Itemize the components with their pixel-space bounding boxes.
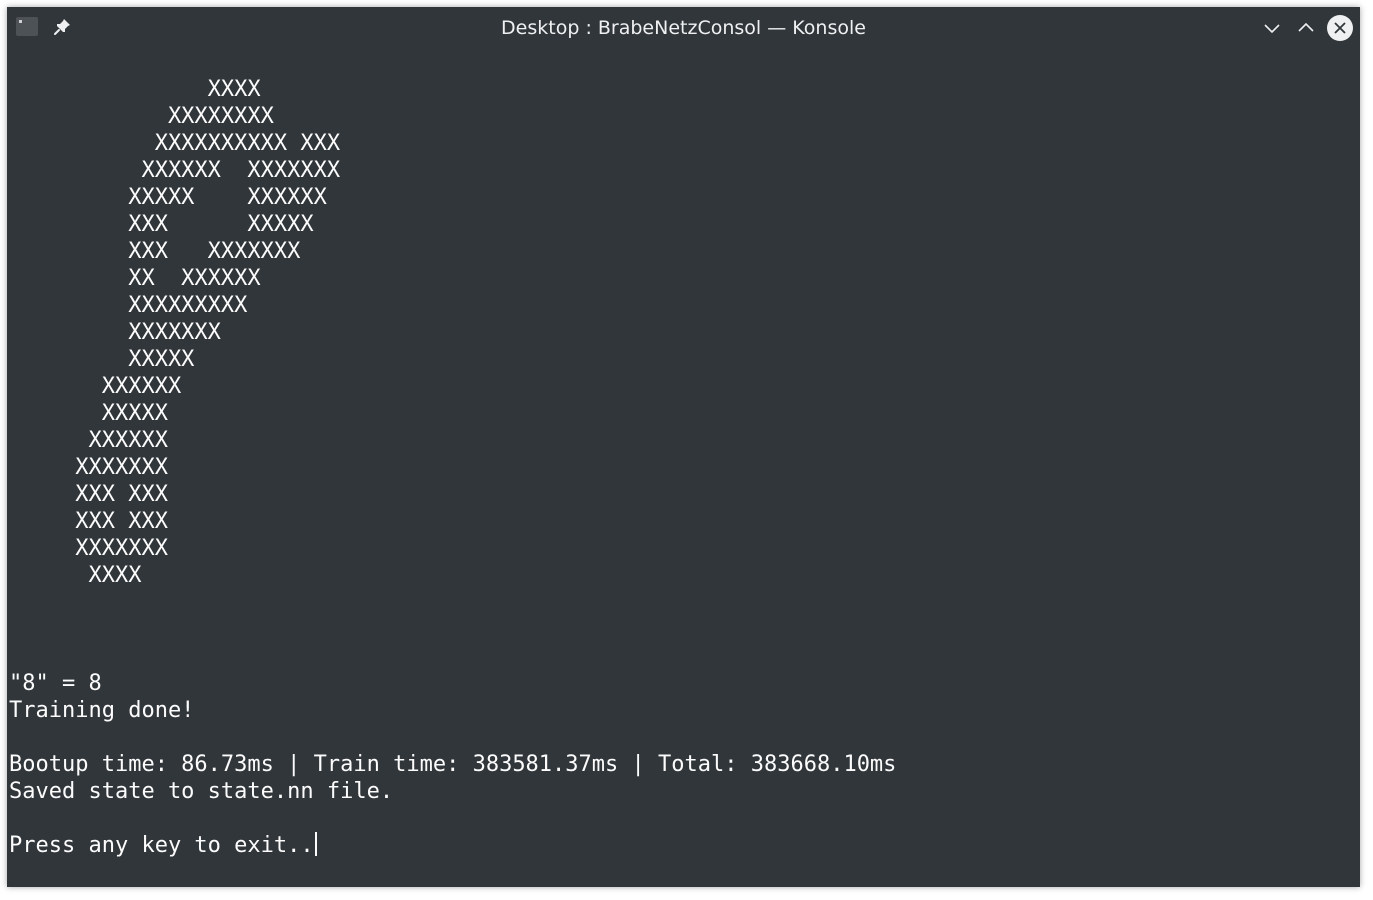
terminal-line-text: XXX XXX	[9, 509, 168, 534]
terminal-line: Press any key to exit..	[9, 832, 1360, 859]
terminal-line: XX XXXXXX	[9, 265, 1360, 292]
terminal-line-text: XXXXX XXXXXX	[9, 185, 327, 210]
terminal-line-text: "8" = 8	[9, 671, 102, 696]
terminal-line: XXXXXXXXX	[9, 292, 1360, 319]
terminal-line-text: XXXXXXXXXX XXX	[9, 131, 341, 156]
chevron-down-icon	[1264, 24, 1280, 34]
terminal-line-text: XXX XXXXXXX	[9, 239, 301, 264]
terminal-line-text: XXXXXX	[9, 428, 168, 453]
title-bar[interactable]: Desktop : BrabeNetzConsol — Konsole	[7, 7, 1360, 49]
terminal-line-text: Training done!	[9, 698, 195, 723]
maximize-button[interactable]	[1293, 15, 1319, 41]
chevron-up-icon	[1298, 22, 1314, 32]
terminal-line: XXXXXX	[9, 427, 1360, 454]
terminal-line: "8" = 8	[9, 670, 1360, 697]
terminal-line: Saved state to state.nn file.	[9, 778, 1360, 805]
terminal-line-text: XXXXXXX	[9, 455, 168, 480]
minimize-button[interactable]	[1259, 15, 1285, 41]
terminal-line: Bootup time: 86.73ms | Train time: 38358…	[9, 751, 1360, 778]
terminal-line: XXX XXX	[9, 508, 1360, 535]
terminal-line-text: XXXXXXXX	[9, 104, 274, 129]
terminal-line-text: XXXX	[9, 77, 261, 102]
terminal-line-text: XXXXXX XXXXXXX	[9, 158, 341, 183]
window-title: Desktop : BrabeNetzConsol — Konsole	[501, 17, 866, 39]
terminal-line: XXX XXXXXXX	[9, 238, 1360, 265]
terminal-line: XXXXXXX	[9, 535, 1360, 562]
close-icon	[1334, 22, 1346, 34]
terminal-line-text: XX XXXXXX	[9, 266, 261, 291]
terminal-line: XXXX	[9, 76, 1360, 103]
terminal-line-text: XXX XXX	[9, 482, 168, 507]
terminal-line: XXX XXX	[9, 481, 1360, 508]
terminal-line: XXXXXX XXXXXXX	[9, 157, 1360, 184]
terminal-line: XXXXX XXXXXX	[9, 184, 1360, 211]
close-button[interactable]	[1327, 15, 1353, 41]
terminal-line: XXXXXXX	[9, 319, 1360, 346]
terminal-line: Training done!	[9, 697, 1360, 724]
konsole-window: Desktop : BrabeNetzConsol — Konsole XXXX…	[7, 7, 1360, 887]
terminal-output[interactable]: XXXX XXXXXXXX XXXXXXXXXX XXX XXXXXX XXXX…	[7, 49, 1360, 887]
terminal-line: XXXXX	[9, 400, 1360, 427]
terminal-line: XXXXXXXX	[9, 103, 1360, 130]
terminal-line-text: XXXXXXXXX	[9, 293, 248, 318]
terminal-line-text: Press any key to exit..	[9, 833, 314, 858]
terminal-line-text: XXXXXX	[9, 374, 182, 399]
terminal-line: XXX XXXXX	[9, 211, 1360, 238]
terminal-line: XXXX	[9, 562, 1360, 589]
terminal-line-text: Bootup time: 86.73ms | Train time: 38358…	[9, 752, 897, 777]
terminal-line-text: XXX XXXXX	[9, 212, 314, 237]
terminal-line-text: XXXXX	[9, 401, 168, 426]
terminal-line: XXXXX	[9, 346, 1360, 373]
terminal-line-text: XXXXXXX	[9, 320, 221, 345]
terminal-line: XXXXXXX	[9, 454, 1360, 481]
terminal-line: XXXXXX	[9, 373, 1360, 400]
terminal-line-text: Saved state to state.nn file.	[9, 779, 394, 804]
terminal-line-text: XXXXX	[9, 347, 195, 372]
terminal-line-text: XXXXXXX	[9, 536, 168, 561]
terminal-line-text: XXXX	[9, 563, 142, 588]
text-cursor	[314, 832, 317, 856]
terminal-line: XXXXXXXXXX XXX	[9, 130, 1360, 157]
